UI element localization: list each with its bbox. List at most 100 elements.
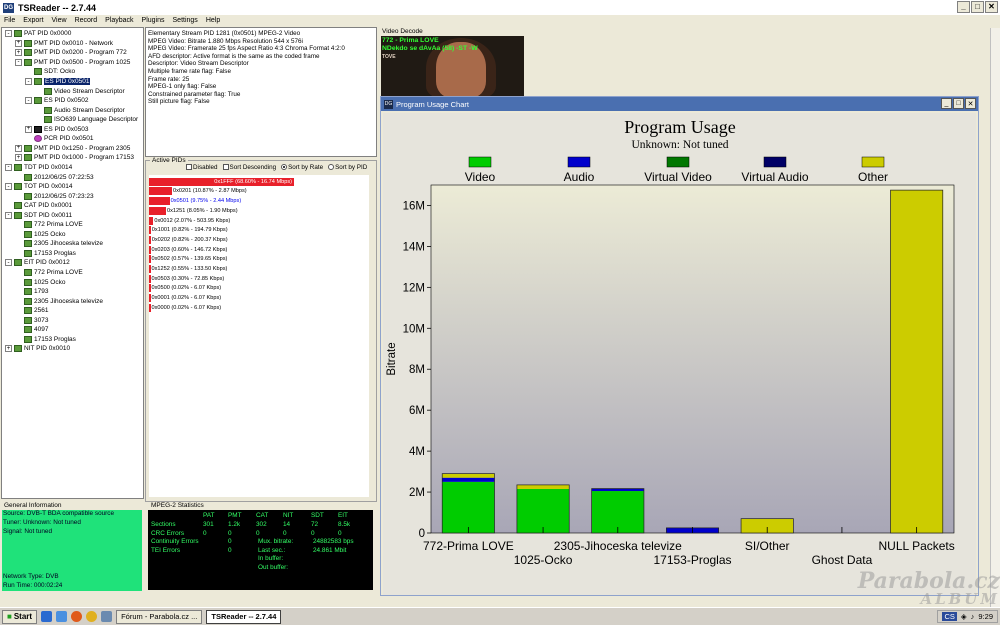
pid-row[interactable]: 0x0500 (0.02% - 6.07 Kbps) bbox=[149, 284, 221, 294]
language-indicator[interactable]: CS bbox=[942, 612, 957, 621]
chart-close-button[interactable]: ✕ bbox=[965, 98, 976, 109]
active-pids-list[interactable]: 0x1FFF (68.60% - 16.74 Mbps) 0x0201 (10.8… bbox=[149, 175, 369, 497]
tree-node[interactable]: - TDT PID 0x0014 bbox=[5, 163, 72, 173]
tree-node[interactable]: Audio Stream Descriptor bbox=[35, 105, 125, 115]
pid-row[interactable]: 0x0012 (2.07% - 503.95 Kbps) bbox=[149, 216, 230, 226]
pid-row[interactable]: 0x0201 (10.87% - 2.87 Mbps) bbox=[149, 187, 247, 197]
pid-row[interactable]: 0x1251 (8.05% - 1.90 Mbps) bbox=[149, 206, 238, 216]
quicklaunch-chrome-icon[interactable] bbox=[86, 611, 98, 622]
pid-row[interactable]: 0x0001 (0.02% - 6.07 Kbps) bbox=[149, 293, 221, 303]
tree-node[interactable]: 1793 bbox=[15, 287, 48, 297]
maximize-button[interactable]: □ bbox=[971, 1, 984, 13]
pid-tree[interactable]: - PAT PID 0x0000 + PMT PID 0x0010 - Network… bbox=[1, 27, 144, 499]
menu-export[interactable]: Export bbox=[23, 17, 43, 24]
pid-row[interactable]: 0x0501 (9.75% - 2.44 Mbps) bbox=[149, 196, 241, 206]
quicklaunch-firefox-icon[interactable] bbox=[71, 611, 83, 622]
quicklaunch-desktop-icon[interactable] bbox=[56, 611, 68, 622]
expand-toggle-icon[interactable]: - bbox=[5, 259, 12, 267]
menu-file[interactable]: File bbox=[4, 17, 15, 24]
pid-row[interactable]: 0x1FFF (68.60% - 16.74 Mbps) bbox=[149, 177, 294, 187]
chart-maximize-button[interactable]: □ bbox=[953, 98, 964, 109]
tree-node[interactable]: - EIT PID 0x0012 bbox=[5, 258, 70, 268]
expand-toggle-icon[interactable]: + bbox=[15, 154, 22, 162]
pid-row[interactable]: 0x0202 (0.82% - 200.37 Kbps) bbox=[149, 235, 228, 245]
right-scrollbar[interactable] bbox=[990, 28, 1000, 608]
expand-toggle-icon[interactable]: - bbox=[5, 211, 12, 219]
x-tick-label: SI/Other bbox=[745, 539, 790, 553]
tree-node[interactable]: CAT PID 0x0001 bbox=[5, 201, 72, 211]
tree-node[interactable]: - PMT PID 0x0500 - Program 1025 bbox=[15, 58, 130, 68]
tree-node[interactable]: - ES PID 0x0502 bbox=[25, 96, 88, 106]
expand-toggle-icon[interactable]: + bbox=[15, 39, 22, 47]
sort-by-rate-radio[interactable]: Sort by Rate bbox=[281, 164, 323, 171]
tree-node[interactable]: 772 Prima LOVE bbox=[15, 220, 83, 230]
expand-toggle-icon[interactable]: - bbox=[25, 78, 32, 85]
tree-node[interactable]: 2305 Jihoceska televize bbox=[15, 239, 103, 249]
quicklaunch-app-icon[interactable] bbox=[101, 611, 113, 622]
chart-minimize-button[interactable]: _ bbox=[941, 98, 952, 109]
close-button[interactable]: ✕ bbox=[985, 1, 998, 13]
tree-node[interactable]: - SDT PID 0x0011 bbox=[5, 210, 72, 220]
volume-icon[interactable]: ♪ bbox=[971, 612, 975, 621]
pid-row[interactable]: 0x1001 (0.82% - 194.79 Kbps) bbox=[149, 226, 228, 236]
pid-row[interactable]: 0x0502 (0.57% - 139.65 Kbps) bbox=[149, 255, 227, 265]
tree-node[interactable]: 1025 Ocko bbox=[15, 230, 65, 240]
expand-toggle-icon[interactable]: - bbox=[5, 30, 12, 38]
taskbar-button[interactable]: TSReader -- 2.7.44 bbox=[206, 609, 282, 624]
tree-node[interactable]: + ES PID 0x0503 bbox=[25, 125, 88, 135]
tree-node[interactable]: - PAT PID 0x0000 bbox=[5, 29, 71, 39]
tree-node[interactable]: SDT: Ocko bbox=[25, 67, 75, 77]
pid-row[interactable]: 0x0203 (0.60% - 146.72 Kbps) bbox=[149, 245, 227, 255]
pid-row[interactable]: 0x0503 (0.30% - 72.85 Kbps) bbox=[149, 274, 224, 284]
stats-tei-value: 0 bbox=[228, 546, 232, 554]
menu-settings[interactable]: Settings bbox=[173, 17, 198, 24]
tree-node[interactable]: 772 Prima LOVE bbox=[15, 268, 83, 278]
expand-toggle-icon[interactable]: + bbox=[5, 345, 12, 353]
tree-node[interactable]: ISO639 Language Descriptor bbox=[35, 115, 138, 125]
stream-icon bbox=[14, 30, 22, 38]
menu-playback[interactable]: Playback bbox=[105, 17, 133, 24]
sort-by-pid-radio[interactable]: Sort by PID bbox=[328, 164, 367, 171]
menu-plugins[interactable]: Plugins bbox=[142, 17, 165, 24]
menu-record[interactable]: Record bbox=[75, 17, 98, 24]
tree-node[interactable]: + NIT PID 0x0010 bbox=[5, 344, 70, 354]
expand-toggle-icon[interactable]: - bbox=[25, 97, 32, 105]
expand-toggle-icon[interactable]: + bbox=[25, 125, 32, 133]
disabled-checkbox[interactable]: Disabled bbox=[186, 164, 218, 171]
expand-toggle-icon[interactable]: - bbox=[15, 58, 22, 66]
tree-node[interactable]: 1025 Ocko bbox=[15, 277, 65, 287]
network-icon[interactable]: ◈ bbox=[961, 612, 967, 621]
expand-toggle-icon[interactable]: - bbox=[5, 183, 12, 191]
expand-toggle-icon[interactable]: + bbox=[15, 49, 22, 57]
tree-node[interactable]: 4097 bbox=[15, 325, 48, 335]
tree-node[interactable]: + PMT PID 0x1000 - Program 17153 bbox=[15, 153, 134, 163]
expand-toggle-icon[interactable]: - bbox=[5, 163, 12, 171]
pid-row[interactable]: 0x1252 (0.55% - 133.50 Kbps) bbox=[149, 264, 227, 274]
tree-node[interactable]: - TOT PID 0x0014 bbox=[5, 182, 73, 192]
taskbar-button[interactable]: Fórum - Parabola.cz ... bbox=[116, 609, 203, 624]
expand-toggle-icon[interactable]: + bbox=[15, 144, 22, 152]
menu-view[interactable]: View bbox=[52, 17, 67, 24]
tree-node[interactable]: + PMT PID 0x0010 - Network bbox=[15, 39, 113, 49]
tree-node[interactable]: Video Stream Descriptor bbox=[35, 86, 125, 96]
quicklaunch-ie-icon[interactable] bbox=[41, 611, 53, 622]
menu-help[interactable]: Help bbox=[206, 17, 220, 24]
pid-row-label: 0x1001 (0.82% - 194.79 Kbps) bbox=[151, 227, 228, 234]
tree-node[interactable]: 2305 Jihoceska televize bbox=[15, 296, 103, 306]
pid-row-label: 0x0203 (0.60% - 146.72 Kbps) bbox=[151, 246, 228, 253]
tree-node[interactable]: 2561 bbox=[15, 306, 48, 316]
tree-node[interactable]: + PMT PID 0x0200 - Program 772 bbox=[15, 48, 127, 58]
sort-descending-checkbox[interactable]: Sort Descending bbox=[222, 164, 276, 171]
tree-node[interactable]: - ES PID 0x0501 bbox=[25, 77, 91, 87]
tree-node[interactable]: 2012/06/25 07:22:53 bbox=[15, 172, 94, 182]
program-usage-chart-window: DG Program Usage Chart _ □ ✕ Program Usa… bbox=[380, 96, 979, 596]
pid-row[interactable]: 0x0000 (0.02% - 6.07 Kbps) bbox=[149, 303, 221, 313]
tree-node[interactable]: 17153 Proglas bbox=[15, 335, 76, 345]
tree-node[interactable]: 2012/06/25 07:23:23 bbox=[15, 191, 94, 201]
tree-node[interactable]: 3073 bbox=[15, 316, 48, 326]
start-button[interactable]: ■ Start bbox=[2, 609, 38, 624]
tree-node[interactable]: PCR PID 0x0501 bbox=[25, 134, 94, 144]
tree-node[interactable]: + PMT PID 0x1250 - Program 2305 bbox=[15, 144, 130, 154]
minimize-button[interactable]: _ bbox=[957, 1, 970, 13]
tree-node[interactable]: 17153 Proglas bbox=[15, 249, 76, 259]
